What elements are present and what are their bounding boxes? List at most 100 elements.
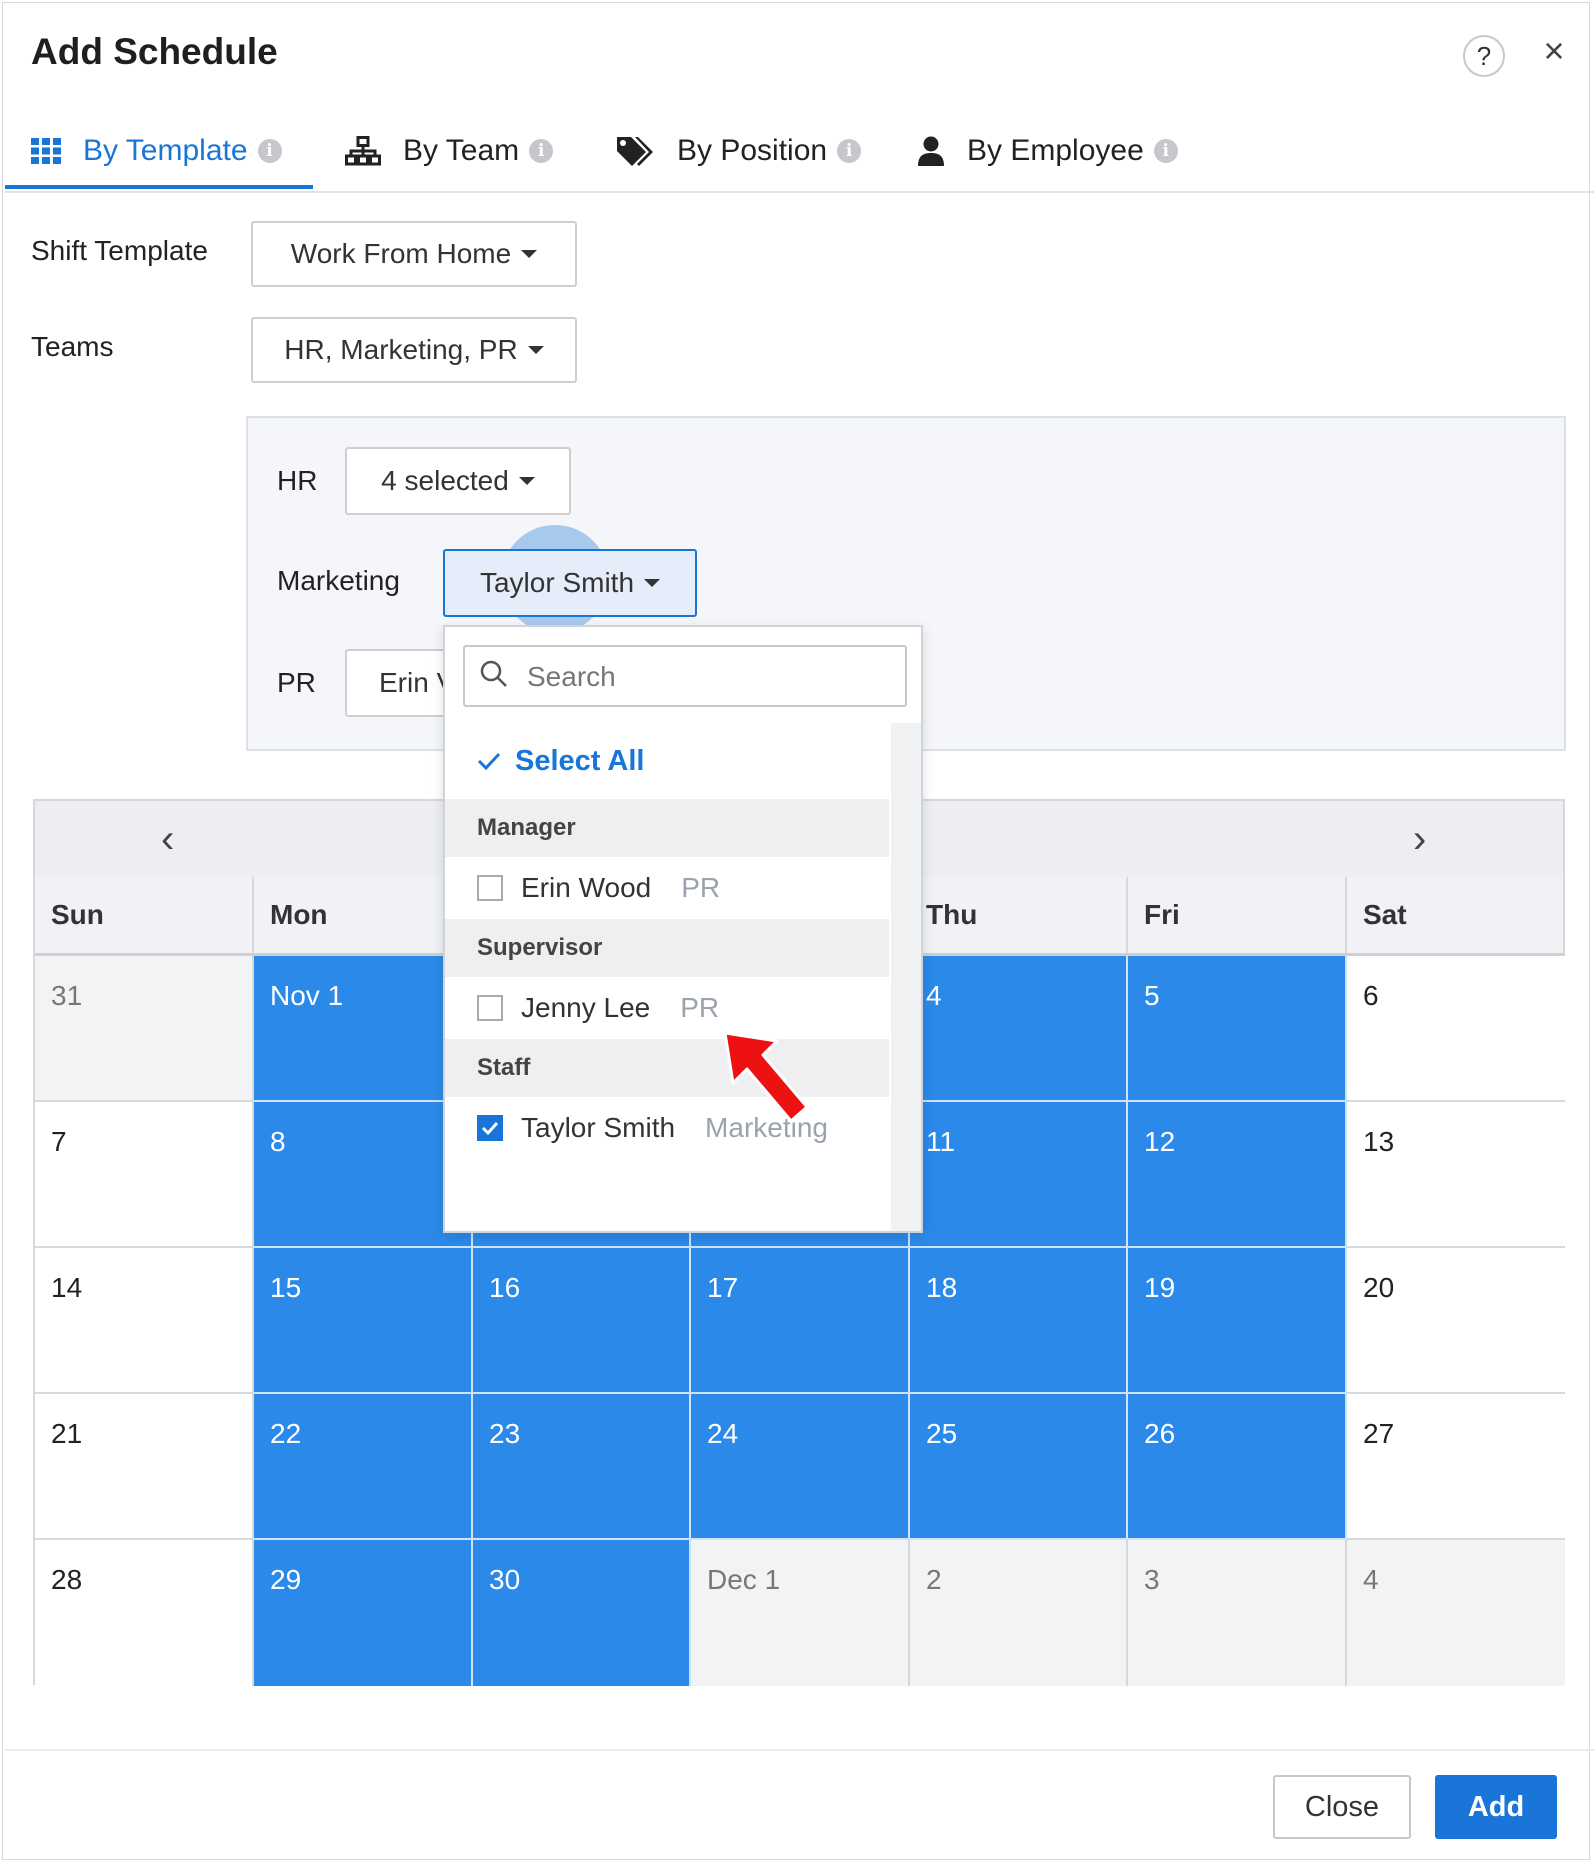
weekday-header: Sun [35, 877, 254, 953]
option-erin-wood[interactable]: Erin Wood PR [445, 857, 889, 919]
info-icon[interactable]: i [1153, 139, 1178, 163]
group-header-manager: Manager [445, 799, 889, 857]
teams-value: HR, Marketing, PR [284, 334, 518, 365]
calendar-day-cell[interactable]: Nov 1 [254, 956, 473, 1102]
shift-template-value: Work From Home [290, 238, 512, 269]
calendar-day-cell[interactable]: 17 [691, 1248, 910, 1394]
shift-template-label: Shift Template [31, 235, 208, 266]
check-icon [481, 1121, 499, 1136]
tab-by-employee-label: By Employee [967, 134, 1144, 167]
select-all-option[interactable]: Select All [445, 723, 889, 799]
calendar-day-cell[interactable]: 7 [35, 1102, 254, 1248]
chevron-down-icon [644, 579, 661, 587]
info-icon[interactable]: i [257, 139, 282, 163]
dropdown-scrollbar[interactable] [891, 723, 921, 1231]
group-header-staff: Staff [445, 1039, 889, 1097]
calendar-day-cell[interactable]: 18 [910, 1248, 1128, 1394]
marketing-employee-dropdown[interactable]: Taylor Smith [443, 549, 697, 617]
checkbox[interactable] [477, 875, 503, 901]
calendar-day-cell[interactable]: 19 [1128, 1248, 1347, 1394]
check-icon [477, 751, 501, 771]
tab-by-team-label: By Team [403, 134, 520, 167]
tab-by-employee[interactable]: By Employee i [917, 111, 1178, 191]
pr-label: PR [277, 667, 316, 698]
hr-label: HR [277, 465, 318, 496]
tab-bar: By Template i By Team i By Position i By… [5, 111, 1594, 193]
calendar-day-cell[interactable]: 8 [254, 1102, 473, 1248]
option-name: Erin Wood [521, 872, 652, 903]
calendar-day-cell[interactable]: 29 [254, 1540, 473, 1686]
checkbox-checked[interactable] [477, 1115, 503, 1141]
search-placeholder: Search [527, 661, 616, 692]
calendar-day-cell[interactable]: 12 [1128, 1102, 1347, 1248]
calendar-day-cell[interactable]: 2 [910, 1540, 1128, 1686]
tab-by-team[interactable]: By Team i [345, 111, 554, 191]
weekday-header: Fri [1128, 877, 1347, 953]
calendar-day-cell[interactable]: 26 [1128, 1394, 1347, 1540]
calendar-day-cell[interactable]: 3 [1128, 1540, 1347, 1686]
checkbox[interactable] [477, 995, 503, 1021]
shift-template-dropdown[interactable]: Work From Home [251, 221, 577, 287]
chevron-down-icon [518, 477, 535, 485]
help-button[interactable]: ? [1463, 35, 1505, 77]
org-chart-icon [345, 136, 381, 166]
active-tab-indicator [5, 185, 313, 189]
calendar-day-cell[interactable]: 6 [1347, 956, 1565, 1102]
add-button[interactable]: Add [1435, 1775, 1557, 1839]
user-icon [917, 136, 945, 166]
calendar-day-cell[interactable]: 4 [910, 956, 1128, 1102]
calendar-day-cell[interactable]: 23 [473, 1394, 691, 1540]
calendar-day-cell[interactable]: 24 [691, 1394, 910, 1540]
option-team: PR [681, 872, 721, 903]
calendar-day-cell[interactable]: 5 [1128, 956, 1347, 1102]
calendar-day-cell[interactable]: 28 [35, 1540, 254, 1686]
calendar-day-cell[interactable]: Dec 1 [691, 1540, 910, 1686]
calendar-day-cell[interactable]: 31 [35, 956, 254, 1102]
weekday-header: Thu [910, 877, 1128, 953]
footer-divider [5, 1749, 1594, 1751]
option-team: PR [680, 992, 720, 1023]
chevron-down-icon [521, 250, 538, 258]
info-icon[interactable]: i [837, 139, 862, 163]
hr-value: 4 selected [381, 465, 509, 496]
calendar-day-cell[interactable]: 27 [1347, 1394, 1565, 1540]
calendar-day-cell[interactable]: 20 [1347, 1248, 1565, 1394]
marketing-value: Taylor Smith [479, 567, 635, 598]
tab-by-template[interactable]: By Template i [31, 111, 282, 191]
chevron-left-icon[interactable]: ‹ [161, 817, 174, 862]
option-name: Jenny Lee [521, 992, 651, 1023]
calendar-day-cell[interactable]: 13 [1347, 1102, 1565, 1248]
chevron-down-icon [527, 346, 544, 354]
calendar-day-cell[interactable]: 25 [910, 1394, 1128, 1540]
weekday-header: Sat [1363, 899, 1407, 930]
weekday-header: Mon [254, 877, 473, 953]
search-input[interactable]: Search [463, 645, 907, 707]
option-taylor-smith[interactable]: Taylor Smith Marketing [445, 1097, 889, 1159]
close-button[interactable]: Close [1273, 1775, 1411, 1839]
add-schedule-dialog: Add Schedule ? × By Template i By Team i… [2, 2, 1594, 1860]
dialog-title: Add Schedule [31, 31, 278, 72]
select-all-label: Select All [515, 744, 645, 777]
calendar-day-cell[interactable]: 30 [473, 1540, 691, 1686]
tab-by-position-label: By Position [677, 134, 828, 167]
group-header-supervisor: Supervisor [445, 919, 889, 977]
tab-by-template-label: By Template [83, 134, 248, 167]
tags-icon [615, 135, 655, 167]
search-icon [479, 659, 509, 694]
calendar-day-cell[interactable]: 22 [254, 1394, 473, 1540]
hr-employee-dropdown[interactable]: 4 selected [345, 447, 571, 515]
chevron-right-icon[interactable]: › [1413, 817, 1426, 862]
teams-dropdown[interactable]: HR, Marketing, PR [251, 317, 577, 383]
close-icon[interactable]: × [1536, 33, 1572, 69]
calendar-day-cell[interactable]: 4 [1347, 1540, 1565, 1686]
calendar-day-cell[interactable]: 16 [473, 1248, 691, 1394]
info-icon[interactable]: i [529, 139, 554, 163]
option-jenny-lee[interactable]: Jenny Lee PR [445, 977, 889, 1039]
calendar-day-cell[interactable]: 14 [35, 1248, 254, 1394]
calendar-day-cell[interactable]: 15 [254, 1248, 473, 1394]
tab-by-position[interactable]: By Position i [615, 111, 862, 191]
grid-icon [31, 138, 61, 164]
employee-dropdown-menu: Search Select All Manager Erin Wood PR S… [443, 625, 923, 1233]
calendar-day-cell[interactable]: 11 [910, 1102, 1128, 1248]
calendar-day-cell[interactable]: 21 [35, 1394, 254, 1540]
